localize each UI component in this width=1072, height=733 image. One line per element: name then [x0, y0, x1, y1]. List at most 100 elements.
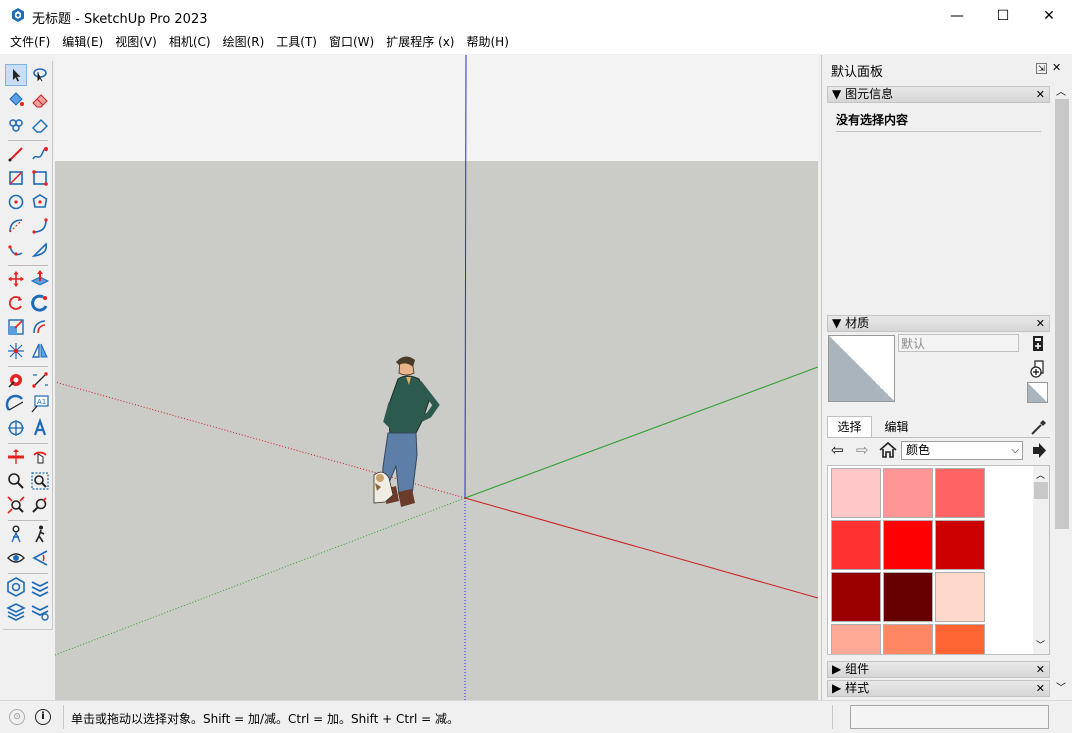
position-texture-tool-button[interactable]: [5, 340, 27, 362]
move-tool-button[interactable]: [5, 268, 27, 290]
color-swatch[interactable]: [935, 468, 985, 518]
measurements-box[interactable]: [850, 705, 1049, 729]
menu-tools[interactable]: 工具(T): [270, 31, 323, 54]
previous-view-tool-button[interactable]: [29, 494, 51, 516]
menu-draw[interactable]: 绘图(R): [217, 31, 271, 54]
entity-info-header[interactable]: ▼ 图元信息 ✕: [827, 86, 1050, 103]
menu-help[interactable]: 帮助(H): [460, 31, 514, 54]
sample-paint-icon[interactable]: [1027, 359, 1049, 379]
styles-header[interactable]: ▶ 样式 ✕: [827, 680, 1050, 697]
rotated-rectangle-tool-button[interactable]: [29, 167, 51, 189]
3d-text-tool-button[interactable]: [29, 417, 51, 439]
menu-edit[interactable]: 编辑(E): [56, 31, 109, 54]
close-icon[interactable]: ✕: [1036, 662, 1045, 677]
minimize-button[interactable]: —: [934, 0, 980, 31]
close-icon[interactable]: ✕: [1036, 316, 1045, 331]
pan-tool-button[interactable]: [5, 470, 27, 492]
home-icon[interactable]: [878, 440, 898, 460]
color-swatch[interactable]: [831, 468, 881, 518]
chevron-up-icon[interactable]: ︿: [1036, 468, 1045, 481]
send-to-layout-tool-button[interactable]: [5, 600, 27, 622]
pie-tool-button[interactable]: [29, 239, 51, 261]
tray-close-icon[interactable]: ✕: [1052, 61, 1061, 74]
components-header[interactable]: ▶ 组件 ✕: [827, 661, 1050, 678]
tag-tool-button[interactable]: [5, 114, 27, 136]
materials-header[interactable]: ▼ 材质 ✕: [827, 315, 1050, 332]
color-swatch[interactable]: [935, 624, 985, 654]
paint-bucket-tool-button[interactable]: [5, 89, 27, 111]
zoom-extents-tool-button[interactable]: [5, 494, 27, 516]
menu-view[interactable]: 视图(V): [109, 31, 163, 54]
material-collection-dropdown[interactable]: 颜色 ⌵: [901, 441, 1023, 460]
follow-me-tool-button[interactable]: [29, 292, 51, 314]
color-swatch[interactable]: [883, 624, 933, 654]
position-camera-tool-button[interactable]: [5, 523, 27, 545]
eyedropper-icon[interactable]: [1028, 417, 1048, 437]
material-name-field[interactable]: [898, 334, 1019, 352]
color-swatch[interactable]: [935, 520, 985, 570]
chevron-down-icon[interactable]: ﹀: [1036, 638, 1045, 651]
close-icon[interactable]: ✕: [1036, 681, 1045, 696]
field-of-view-tool-button[interactable]: [29, 547, 51, 569]
menu-file[interactable]: 文件(F): [4, 31, 56, 54]
color-swatch[interactable]: [831, 572, 881, 622]
close-button[interactable]: ✕: [1026, 0, 1072, 31]
circle-tool-button[interactable]: [5, 191, 27, 213]
protractor-tool-button[interactable]: [5, 393, 27, 415]
menu-camera[interactable]: 相机(C): [163, 31, 217, 54]
shape-eraser-tool-button[interactable]: [29, 114, 51, 136]
freehand-tool-button[interactable]: [29, 143, 51, 165]
look-around-tool-button[interactable]: [5, 547, 27, 569]
extension-warehouse-tool-button[interactable]: [29, 576, 51, 598]
geolocation-icon[interactable]: ⊙: [9, 709, 25, 725]
select-tool-button[interactable]: [5, 64, 27, 86]
chevron-down-icon[interactable]: ﹀: [1056, 679, 1066, 694]
tape-measure-tool-button[interactable]: [5, 369, 27, 391]
line-tool-button[interactable]: [5, 143, 27, 165]
flip-tool-button[interactable]: [29, 340, 51, 362]
section-plane-tool-button[interactable]: [5, 446, 27, 468]
chevron-up-icon[interactable]: ︿: [1056, 83, 1066, 98]
tab-select[interactable]: 选择: [827, 416, 872, 437]
push-pull-tool-button[interactable]: [29, 268, 51, 290]
swatch-scrollbar[interactable]: ︿ ﹀: [1033, 466, 1049, 654]
lasso-select-tool-button[interactable]: [29, 64, 51, 86]
orbit-tool-button[interactable]: [29, 446, 51, 468]
tab-edit[interactable]: 编辑: [875, 418, 918, 437]
zoom-window-tool-button[interactable]: [29, 470, 51, 492]
rotate-tool-button[interactable]: [5, 292, 27, 314]
scroll-thumb[interactable]: [1034, 482, 1048, 499]
scroll-thumb[interactable]: [1055, 99, 1069, 529]
pin-icon[interactable]: ⇲: [1036, 63, 1047, 74]
modeling-viewport[interactable]: [55, 55, 818, 700]
details-arrow-icon[interactable]: [1029, 441, 1049, 460]
color-swatch[interactable]: [883, 468, 933, 518]
default-material-swatch[interactable]: [1027, 382, 1048, 403]
maximize-button[interactable]: ☐: [980, 0, 1026, 31]
scale-tool-button[interactable]: [5, 316, 27, 338]
tray-scrollbar[interactable]: ︿ ﹀: [1052, 83, 1072, 698]
create-material-icon[interactable]: [1029, 334, 1047, 354]
two-point-arc-tool-button[interactable]: [29, 215, 51, 237]
dimension-tool-button[interactable]: [29, 369, 51, 391]
close-icon[interactable]: ✕: [1036, 87, 1045, 102]
menu-extensions[interactable]: 扩展程序 (x): [380, 31, 460, 54]
color-swatch[interactable]: [883, 520, 933, 570]
color-swatch[interactable]: [935, 572, 985, 622]
eraser-tool-button[interactable]: [29, 89, 51, 111]
color-swatch[interactable]: [883, 572, 933, 622]
info-icon[interactable]: i: [35, 709, 51, 725]
three-point-arc-tool-button[interactable]: [5, 239, 27, 261]
text-tool-button[interactable]: A1: [29, 393, 51, 415]
color-swatch[interactable]: [831, 624, 881, 654]
extension-manager-tool-button[interactable]: [29, 600, 51, 622]
axes-tool-button[interactable]: [5, 417, 27, 439]
arc-tool-button[interactable]: [5, 215, 27, 237]
forward-arrow-icon[interactable]: ⇨: [856, 441, 872, 459]
offset-tool-button[interactable]: [29, 316, 51, 338]
color-swatch[interactable]: [831, 520, 881, 570]
back-arrow-icon[interactable]: ⇦: [831, 441, 847, 459]
polygon-tool-button[interactable]: [29, 191, 51, 213]
walk-tool-button[interactable]: [29, 523, 51, 545]
3d-warehouse-tool-button[interactable]: [5, 576, 27, 598]
